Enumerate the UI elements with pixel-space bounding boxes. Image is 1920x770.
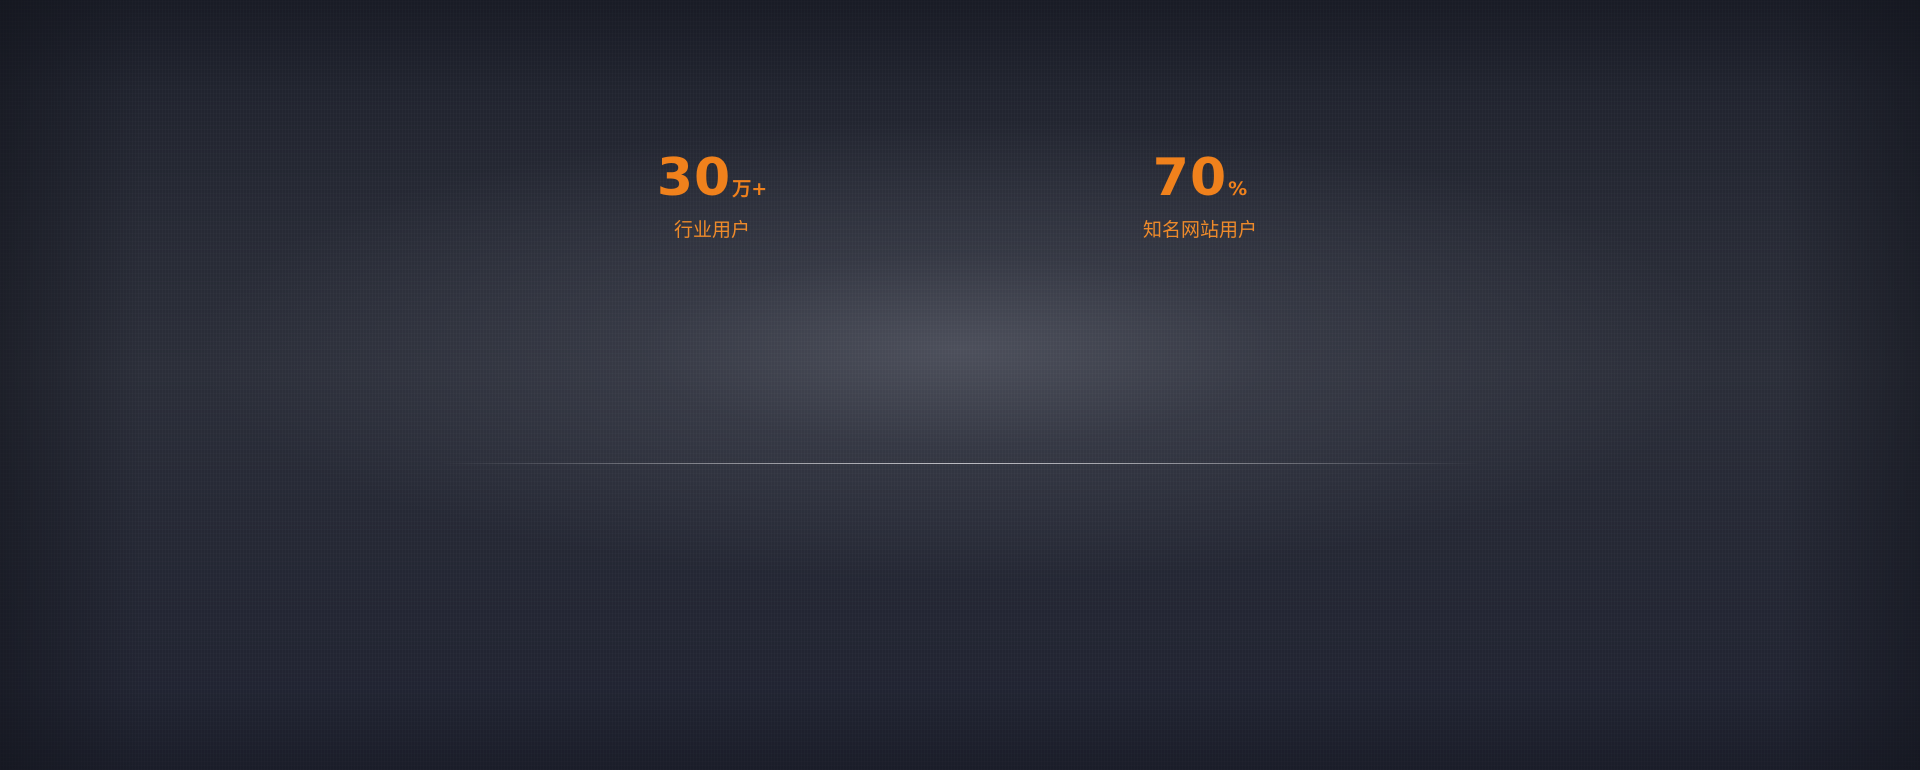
stat-label: 知名网站用户 [1142, 219, 1257, 241]
stat-value: 70% [1080, 152, 1320, 212]
stat-value: 30万+ [592, 152, 832, 212]
stat-website-users: 70% 知名网站用户 [1080, 152, 1320, 242]
stat-unit: 万+ [732, 178, 768, 200]
background-vignette [0, 0, 1920, 770]
stat-number: 30 [656, 148, 732, 208]
divider-line [440, 463, 1480, 464]
stat-industry-users: 30万+ 行业用户 [592, 152, 832, 242]
stat-number: 70 [1152, 148, 1228, 208]
stat-label: 行业用户 [673, 219, 750, 241]
stat-unit: % [1228, 178, 1248, 200]
